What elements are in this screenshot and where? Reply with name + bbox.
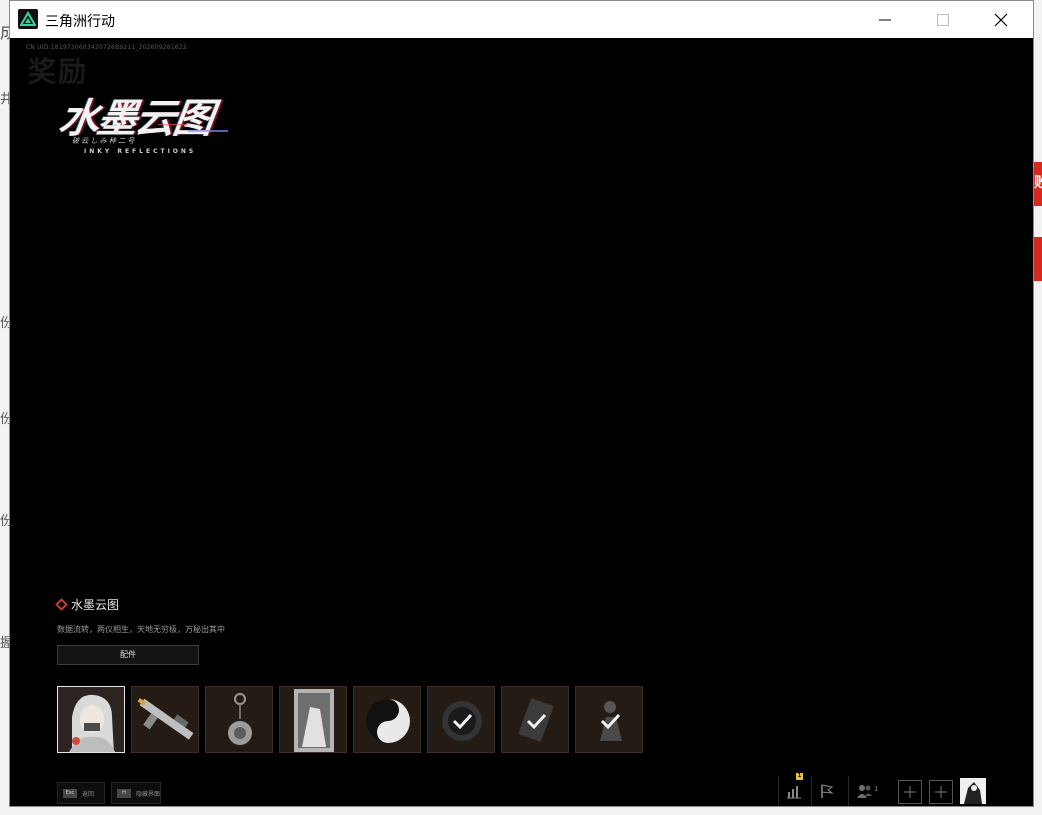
thumbnail-pendant[interactable] bbox=[205, 686, 273, 753]
pendant-icon bbox=[228, 693, 252, 745]
minimize-icon bbox=[879, 19, 891, 21]
hint-back-label: 返回 bbox=[82, 791, 95, 798]
flag-button[interactable] bbox=[811, 776, 841, 806]
game-viewport[interactable]: CN UID:1819730603420726B9211_20260926162… bbox=[10, 38, 1033, 806]
friends-icon bbox=[857, 785, 872, 798]
maximize-button[interactable] bbox=[914, 1, 972, 38]
page-title: 奖励 bbox=[28, 55, 89, 88]
pose-icon bbox=[600, 701, 622, 741]
add-button-1[interactable] bbox=[898, 780, 922, 804]
close-icon bbox=[994, 13, 1008, 27]
skin-logo: 水墨云图 破 云 し み 种 二 号 INKY REFLECTIONS bbox=[56, 86, 248, 176]
thumbnail-yin-yang-emblem[interactable] bbox=[353, 686, 421, 753]
minimize-button[interactable] bbox=[856, 1, 914, 38]
thumbnail-watch[interactable] bbox=[427, 686, 495, 753]
close-button[interactable] bbox=[972, 1, 1030, 38]
logo-glitch-line bbox=[158, 124, 188, 125]
thumbnail-device[interactable] bbox=[501, 686, 569, 753]
avatar-image bbox=[960, 778, 986, 804]
operator-portrait-icon bbox=[58, 687, 124, 752]
bg-red-button-label: 败 bbox=[1034, 175, 1042, 191]
stats-badge: 1 bbox=[796, 773, 803, 780]
app-logo-icon bbox=[18, 9, 38, 29]
hint-back[interactable]: Esc 返回 bbox=[57, 782, 105, 804]
flag-icon bbox=[821, 784, 834, 798]
rifle-icon bbox=[137, 698, 194, 740]
parts-button[interactable]: 配件 bbox=[57, 645, 199, 665]
add-button-2[interactable] bbox=[929, 780, 953, 804]
device-icon bbox=[518, 698, 554, 742]
rarity-diamond-icon bbox=[55, 598, 68, 611]
logo-glitch-line bbox=[188, 130, 228, 132]
card-icon bbox=[294, 689, 334, 752]
window-title: 三角洲行动 bbox=[45, 14, 115, 30]
plus-icon bbox=[935, 786, 947, 798]
title-bar[interactable]: 三角洲行动 bbox=[10, 1, 1033, 38]
avatar[interactable] bbox=[960, 778, 986, 804]
logo-subtitle-en: INKY REFLECTIONS bbox=[84, 148, 197, 155]
hint-hide-ui[interactable]: H 隐藏界面 bbox=[111, 782, 161, 804]
friend-count: 1 bbox=[874, 785, 879, 793]
bg-red-button[interactable] bbox=[1033, 237, 1042, 281]
thumbnail-operator-skin[interactable] bbox=[57, 686, 125, 753]
yin-yang-icon bbox=[366, 699, 410, 743]
item-name-text: 水墨云图 bbox=[71, 598, 120, 612]
maximize-icon bbox=[937, 14, 949, 26]
stats-button[interactable]: 1 bbox=[778, 773, 808, 806]
thumbnail-card[interactable] bbox=[279, 686, 347, 753]
friends-button[interactable]: 1 bbox=[848, 776, 896, 806]
game-window: 三角洲行动 CN UID:1819730603420726B9211_20260… bbox=[9, 0, 1034, 807]
esc-keycap: Esc bbox=[63, 789, 77, 798]
watch-icon bbox=[442, 701, 482, 741]
plus-icon bbox=[904, 786, 916, 798]
item-description: 数据流转，两仪相生，天地无穷极，万秘出其中 bbox=[57, 625, 225, 634]
thumbnail-pose[interactable] bbox=[575, 686, 643, 753]
item-name: 水墨云图 bbox=[55, 596, 120, 613]
bg-red-button[interactable]: 败 bbox=[1033, 162, 1042, 206]
logo-subtitle-cn: 破 云 し み 种 二 号 bbox=[72, 137, 135, 145]
h-keycap: H bbox=[117, 789, 131, 798]
thumbnail-rifle[interactable] bbox=[131, 686, 199, 753]
hint-hide-ui-label: 隐藏界面 bbox=[136, 791, 161, 798]
bar-chart-icon bbox=[787, 786, 801, 799]
